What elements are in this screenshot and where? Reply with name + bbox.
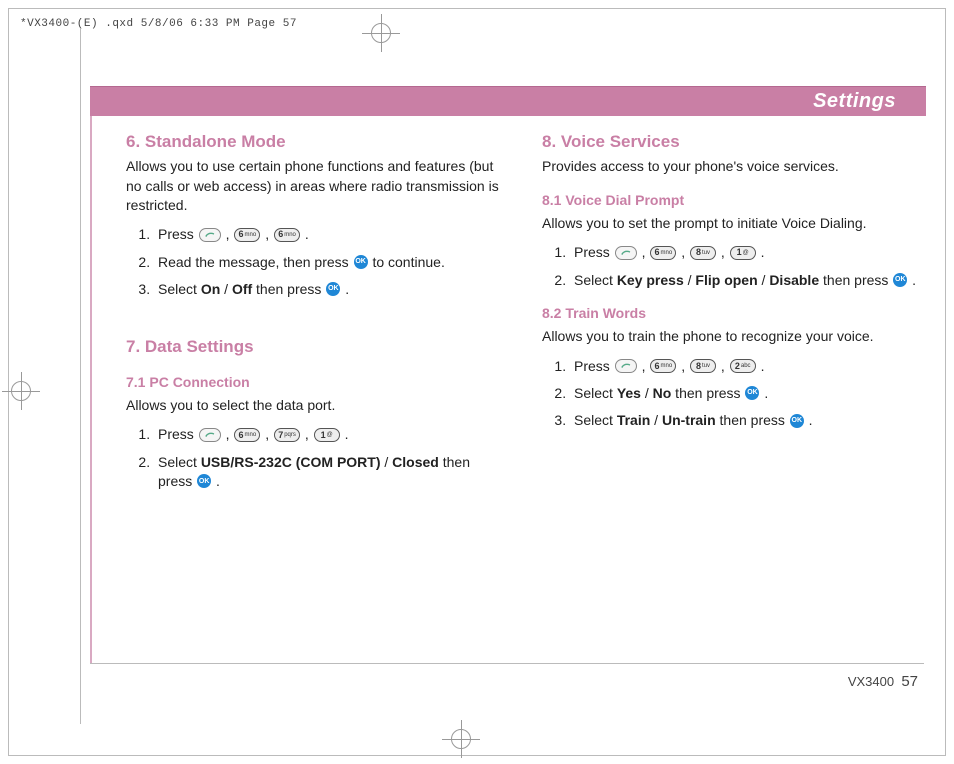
body-text: Allows you to train the phone to recogni… xyxy=(542,327,918,346)
option: On xyxy=(201,281,220,297)
text: Select xyxy=(158,281,201,297)
text: Press xyxy=(574,244,614,260)
text: . xyxy=(345,281,349,297)
text: then press xyxy=(252,281,325,297)
registration-mark xyxy=(362,14,400,52)
text: . xyxy=(809,412,813,428)
key-6-icon: 6mno xyxy=(234,228,260,242)
registration-mark xyxy=(442,720,480,758)
heading-data-settings: 7. Data Settings xyxy=(126,335,502,358)
text: / xyxy=(641,385,653,401)
text: . xyxy=(764,385,768,401)
key-6-icon: 6mno xyxy=(650,246,676,260)
content-area: 6. Standalone Mode Allows you to use cer… xyxy=(126,130,918,505)
send-key-icon xyxy=(199,228,221,242)
ok-button-icon: OK xyxy=(893,273,907,287)
ok-button-icon: OK xyxy=(197,474,211,488)
body-text: Provides access to your phone's voice se… xyxy=(542,157,918,176)
step: Press , 6mno , 8tuv , 2abc . xyxy=(570,357,918,376)
registration-mark xyxy=(2,372,40,410)
key-8-icon: 8tuv xyxy=(690,359,716,373)
text: Select xyxy=(574,412,617,428)
key-6-icon: 6mno xyxy=(274,228,300,242)
send-key-icon xyxy=(615,359,637,373)
key-2-icon: 2abc xyxy=(730,359,756,373)
text: . xyxy=(761,358,765,374)
key-1-icon: 1@ xyxy=(314,428,340,442)
body-text: Allows you to select the data port. xyxy=(126,396,502,415)
step: Select USB/RS-232C (COM PORT) / Closed t… xyxy=(154,453,502,492)
text: Press xyxy=(574,358,614,374)
heading-voice-services: 8. Voice Services xyxy=(542,130,918,153)
text: . xyxy=(912,272,916,288)
ok-button-icon: OK xyxy=(326,282,340,296)
option: Train xyxy=(617,412,650,428)
subheading-pc-connection: 7.1 PC Connection xyxy=(126,373,502,392)
key-8-icon: 8tuv xyxy=(690,246,716,260)
accent-rule xyxy=(90,116,92,664)
margin-rule xyxy=(80,28,81,724)
option: Closed xyxy=(392,454,439,470)
model-label: VX3400 xyxy=(848,674,894,689)
body-text: Allows you to set the prompt to initiate… xyxy=(542,214,918,233)
text: then press xyxy=(819,272,892,288)
text: Select xyxy=(158,454,201,470)
ok-button-icon: OK xyxy=(354,255,368,269)
step: Press , 6mno , 6mno . xyxy=(154,225,502,244)
key-6-icon: 6mno xyxy=(650,359,676,373)
ok-button-icon: OK xyxy=(790,414,804,428)
option: Yes xyxy=(617,385,641,401)
text: to continue. xyxy=(372,254,444,270)
text: . xyxy=(216,473,220,489)
option: Off xyxy=(232,281,252,297)
send-key-icon xyxy=(615,246,637,260)
text: / xyxy=(758,272,770,288)
print-header: *VX3400-(E) .qxd 5/8/06 6:33 PM Page 57 xyxy=(20,18,297,30)
heading-standalone-mode: 6. Standalone Mode xyxy=(126,130,502,153)
step: Press , 6mno , 7pqrs , 1@ . xyxy=(154,425,502,444)
text: . xyxy=(345,426,349,442)
text: Select xyxy=(574,385,617,401)
option: Key press xyxy=(617,272,684,288)
key-6-icon: 6mno xyxy=(234,428,260,442)
step: Select Train / Un-train then press OK . xyxy=(570,411,918,430)
section-title-bar: Settings xyxy=(90,86,926,116)
text: Select xyxy=(574,272,617,288)
text: / xyxy=(381,454,393,470)
text: Press xyxy=(158,426,198,442)
ok-button-icon: OK xyxy=(745,386,759,400)
text: / xyxy=(684,272,696,288)
option: Flip open xyxy=(695,272,757,288)
text: / xyxy=(220,281,232,297)
step: Select Key press / Flip open / Disable t… xyxy=(570,271,918,290)
step: Press , 6mno , 8tuv , 1@ . xyxy=(570,243,918,262)
section-title: Settings xyxy=(813,90,896,113)
option: Disable xyxy=(769,272,819,288)
step: Read the message, then press OK to conti… xyxy=(154,253,502,272)
text: then press xyxy=(716,412,789,428)
text: . xyxy=(761,244,765,260)
option: Un-train xyxy=(662,412,716,428)
text: . xyxy=(305,226,309,242)
send-key-icon xyxy=(199,428,221,442)
right-column: 8. Voice Services Provides access to you… xyxy=(542,130,918,505)
text: / xyxy=(650,412,662,428)
page-number: 57 xyxy=(901,673,918,690)
text: Read the message, then press xyxy=(158,254,353,270)
page-footer: VX3400 57 xyxy=(848,673,918,690)
step: Select Yes / No then press OK . xyxy=(570,384,918,403)
text: then press xyxy=(671,385,744,401)
body-text: Allows you to use certain phone function… xyxy=(126,157,502,215)
footer-rule xyxy=(90,663,924,664)
option: USB/RS-232C (COM PORT) xyxy=(201,454,381,470)
option: No xyxy=(653,385,672,401)
step: Select On / Off then press OK . xyxy=(154,280,502,299)
key-1-icon: 1@ xyxy=(730,246,756,260)
left-column: 6. Standalone Mode Allows you to use cer… xyxy=(126,130,502,505)
subheading-voice-dial-prompt: 8.1 Voice Dial Prompt xyxy=(542,191,918,210)
text: Press xyxy=(158,226,198,242)
subheading-train-words: 8.2 Train Words xyxy=(542,304,918,323)
key-7-icon: 7pqrs xyxy=(274,428,300,442)
